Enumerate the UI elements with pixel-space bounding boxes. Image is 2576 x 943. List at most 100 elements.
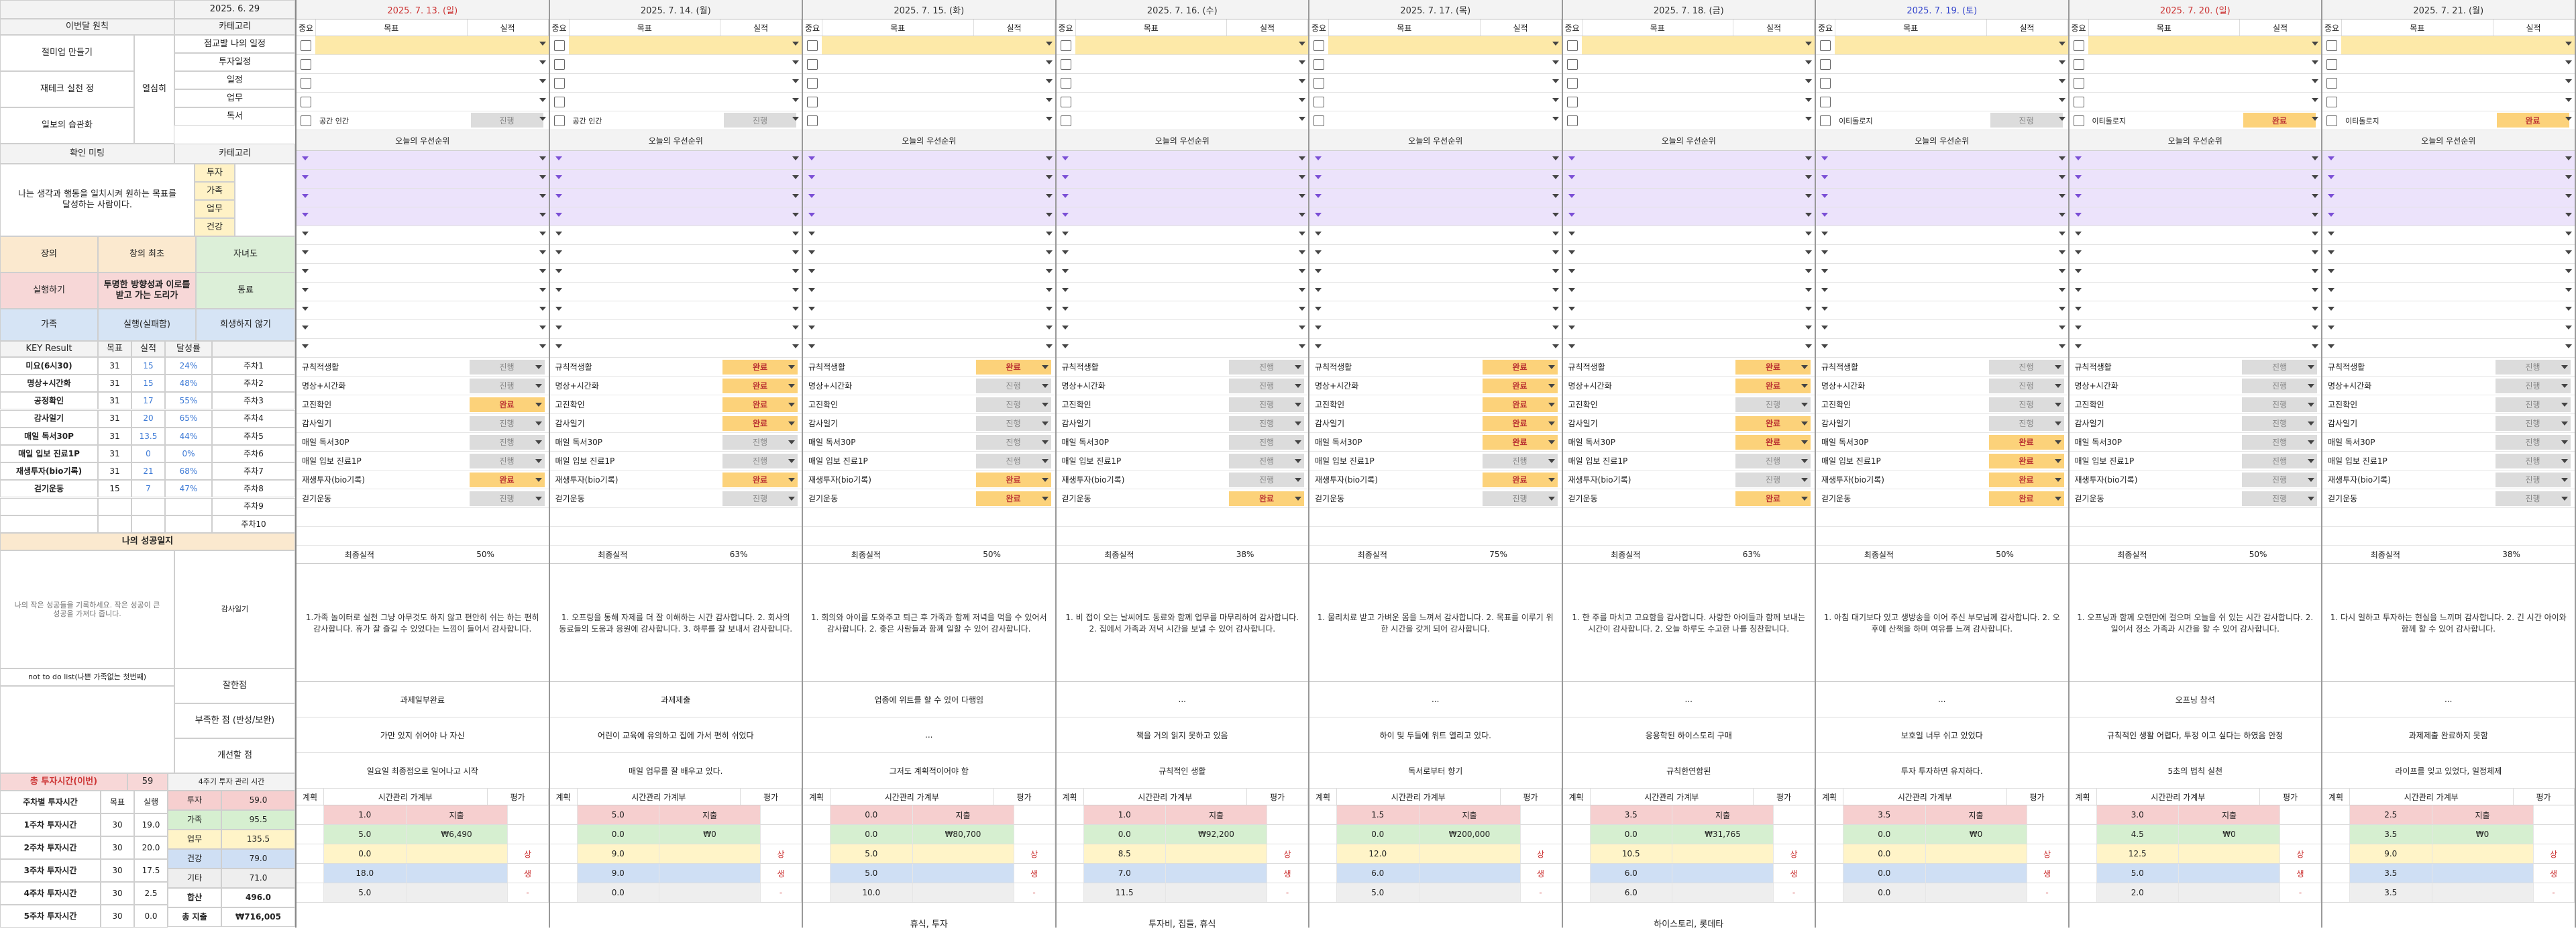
plan-money[interactable]: ₩6,490 (406, 825, 508, 844)
plan-money[interactable] (912, 844, 1014, 863)
chevron-down-icon[interactable] (1568, 250, 1575, 254)
chevron-down-icon[interactable] (1045, 288, 1053, 292)
plan-money[interactable]: 지출 (1672, 805, 1774, 824)
kr-status[interactable]: 진행 (1735, 453, 1811, 468)
task-goal-cell[interactable] (2088, 55, 2241, 73)
chevron-down-icon[interactable] (2058, 269, 2065, 273)
task-goal-cell[interactable] (315, 74, 468, 92)
plan-money[interactable] (1925, 844, 2027, 863)
chevron-down-icon[interactable] (539, 156, 546, 160)
task-goal-cell[interactable]: 공간 인간 (315, 111, 468, 130)
chevron-down-icon[interactable] (2312, 213, 2318, 217)
plan-eval[interactable] (1774, 805, 1815, 824)
chevron-down-icon[interactable] (1315, 194, 1322, 198)
chevron-down-icon[interactable] (2565, 344, 2572, 348)
chevron-down-icon[interactable] (1299, 42, 1305, 46)
chevron-down-icon[interactable] (1805, 250, 1812, 254)
task-goal-cell[interactable] (2341, 36, 2494, 54)
checkbox[interactable] (1563, 40, 1582, 51)
chevron-down-icon[interactable] (302, 156, 309, 160)
priority-cell[interactable] (2322, 339, 2575, 357)
checkbox[interactable] (1563, 58, 1582, 70)
kr-status[interactable]: 완료 (469, 472, 545, 487)
kr-status[interactable]: 진행 (975, 378, 1051, 393)
chevron-down-icon[interactable] (535, 364, 542, 369)
chevron-down-icon[interactable] (1299, 60, 1305, 64)
good-point[interactable]: ... (1562, 682, 1815, 717)
task-goal-cell[interactable] (2088, 36, 2241, 54)
plan-hours[interactable]: 2.0 (2096, 883, 2179, 902)
priority-cell[interactable] (2070, 301, 2322, 319)
chevron-down-icon[interactable] (1801, 402, 1808, 407)
task-result-cell[interactable] (1734, 55, 1815, 73)
checkbox[interactable] (1309, 96, 1328, 107)
kr-status[interactable]: 완료 (1988, 472, 2064, 487)
priority-cell[interactable] (803, 151, 1055, 169)
task-status[interactable] (977, 113, 1050, 128)
plan-money[interactable] (406, 864, 508, 883)
good-point[interactable]: ... (1056, 682, 1308, 717)
chevron-down-icon[interactable] (2308, 402, 2314, 407)
priority-cell[interactable] (1816, 189, 2068, 207)
chevron-down-icon[interactable] (1552, 194, 1559, 198)
chevron-down-icon[interactable] (1805, 232, 1812, 236)
plan-eval[interactable]: 생 (761, 864, 802, 883)
plan-money[interactable] (1672, 864, 1774, 883)
chevron-down-icon[interactable] (1315, 232, 1322, 236)
weak-point[interactable]: 하이 및 두들에 위트 열리고 있다. (1309, 717, 1562, 753)
chevron-down-icon[interactable] (1548, 421, 1555, 426)
kr-status[interactable]: 진행 (1988, 378, 2064, 393)
task-goal-cell[interactable] (1581, 36, 1734, 54)
task-goal-cell[interactable] (1835, 36, 1988, 54)
weak-point[interactable]: 어린이 교육에 유의하고 집에 가서 편히 쉬었다 (549, 717, 802, 753)
plan-eval[interactable]: 생 (1014, 864, 1055, 883)
chevron-down-icon[interactable] (2054, 383, 2061, 388)
chevron-down-icon[interactable] (1299, 79, 1305, 83)
chevron-down-icon[interactable] (1061, 269, 1069, 273)
plan-hours[interactable]: 0.0 (1843, 844, 1926, 863)
chevron-down-icon[interactable] (1041, 383, 1049, 388)
kr-status[interactable]: 진행 (2242, 359, 2317, 375)
chevron-down-icon[interactable] (1805, 288, 1812, 292)
chevron-down-icon[interactable] (302, 326, 309, 330)
priority-cell[interactable] (1057, 283, 1309, 301)
priority-cell[interactable] (1816, 264, 2068, 282)
plan-money[interactable] (1166, 864, 1267, 883)
priority-cell[interactable] (2322, 320, 2575, 338)
kr-status[interactable]: 완료 (1735, 491, 1811, 506)
plan-eval[interactable]: 생 (1521, 864, 1562, 883)
checkbox[interactable] (803, 77, 822, 89)
priority-cell[interactable] (1056, 151, 1308, 169)
plan-money[interactable]: 지출 (1419, 805, 1521, 824)
kr-status[interactable]: 진행 (975, 415, 1051, 431)
plan-eval[interactable] (1014, 825, 1055, 844)
chevron-down-icon[interactable] (1821, 250, 1828, 254)
kr-status[interactable]: 진행 (722, 434, 798, 450)
chevron-down-icon[interactable] (2054, 402, 2061, 407)
chevron-down-icon[interactable] (808, 250, 815, 254)
chevron-down-icon[interactable] (1821, 175, 1828, 179)
chevron-down-icon[interactable] (792, 269, 799, 273)
weak-point[interactable]: ... (803, 717, 1055, 753)
chevron-down-icon[interactable] (2054, 458, 2061, 463)
priority-cell[interactable] (2070, 339, 2322, 357)
chevron-down-icon[interactable] (539, 250, 546, 254)
task-result-cell[interactable] (2493, 36, 2575, 54)
checkbox[interactable] (2070, 96, 2088, 107)
chevron-down-icon[interactable] (2312, 98, 2318, 102)
chevron-down-icon[interactable] (2565, 307, 2572, 311)
chevron-down-icon[interactable] (808, 194, 815, 198)
chevron-down-icon[interactable] (2054, 477, 2061, 482)
kr-status[interactable]: 진행 (2495, 359, 2571, 375)
chevron-down-icon[interactable] (1061, 344, 1069, 348)
chevron-down-icon[interactable] (1805, 307, 1812, 311)
checkbox[interactable] (1057, 77, 1075, 89)
plan-hours[interactable]: 0.0 (1843, 825, 1926, 844)
checkbox[interactable] (1816, 40, 1835, 51)
plan-hours[interactable]: 7.0 (1083, 864, 1166, 883)
kr-status[interactable]: 완료 (975, 491, 1051, 506)
priority-cell[interactable] (1309, 151, 1562, 169)
chevron-down-icon[interactable] (808, 269, 815, 273)
gratitude-diary[interactable]: 1. 회의와 아이를 도와주고 퇴근 후 가족과 함께 저녁을 먹을 수 있어서… (803, 564, 1055, 682)
task-result-cell[interactable] (2494, 74, 2575, 92)
